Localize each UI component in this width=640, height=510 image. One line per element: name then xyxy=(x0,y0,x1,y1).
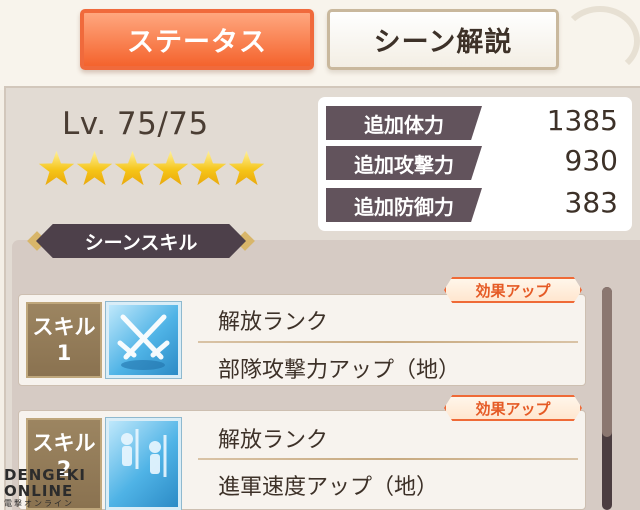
tab-bar: ステータス シーン解説 xyxy=(0,0,640,90)
scene-skill-header: シーンスキル xyxy=(36,224,246,258)
stat-row-hp: 追加体力 1385 xyxy=(326,104,626,140)
star-icon xyxy=(38,150,75,186)
tab-scene-description[interactable]: シーン解説 xyxy=(327,9,559,70)
skill-tag-label: スキル xyxy=(32,314,96,339)
rarity-stars xyxy=(38,150,265,187)
unlock-rank-label: 解放ランク xyxy=(218,428,329,453)
stat-value: 930 xyxy=(564,144,618,177)
star-icon xyxy=(114,150,151,186)
star-icon xyxy=(152,150,189,186)
scrollbar-thumb[interactable] xyxy=(602,287,612,437)
skill-number-tag: スキル 1 xyxy=(26,302,102,378)
skill-list-scrollbar[interactable] xyxy=(602,287,612,510)
star-icon xyxy=(76,150,113,186)
skill-tag-number: 1 xyxy=(56,341,72,365)
watermark-line3: 電撃オンライン xyxy=(4,498,74,508)
stat-row-attack: 追加攻撃力 930 xyxy=(326,144,626,180)
card-divider xyxy=(198,458,578,460)
skill-effect-text: 部隊攻撃力アップ（地） xyxy=(218,358,461,383)
stat-label: 追加攻撃力 xyxy=(326,146,482,180)
star-icon xyxy=(190,150,227,186)
decorative-swirl xyxy=(560,6,640,76)
skill-effect-text: 進軍速度アップ（地） xyxy=(218,475,439,500)
publisher-watermark: DENGEKI ONLINE 電撃オンライン xyxy=(4,467,86,508)
watermark-line2: ONLINE xyxy=(4,481,74,500)
crossed-swords-icon xyxy=(106,302,181,378)
stat-row-defense: 追加防御力 383 xyxy=(326,186,626,222)
stat-value: 383 xyxy=(564,186,618,219)
effect-up-badge: 効果アップ xyxy=(444,277,582,303)
skill-tag-label: スキル xyxy=(32,431,96,455)
level-text: Lv. 75/75 xyxy=(62,106,209,142)
marching-soldiers-icon xyxy=(106,418,181,510)
stat-label: 追加体力 xyxy=(326,106,482,140)
card-divider xyxy=(198,341,578,343)
stat-value: 1385 xyxy=(546,104,618,137)
effect-up-badge: 効果アップ xyxy=(444,395,582,421)
star-icon xyxy=(228,150,265,186)
tab-status[interactable]: ステータス xyxy=(80,9,314,70)
unlock-rank-label: 解放ランク xyxy=(218,310,329,335)
stat-label: 追加防御力 xyxy=(326,188,482,222)
